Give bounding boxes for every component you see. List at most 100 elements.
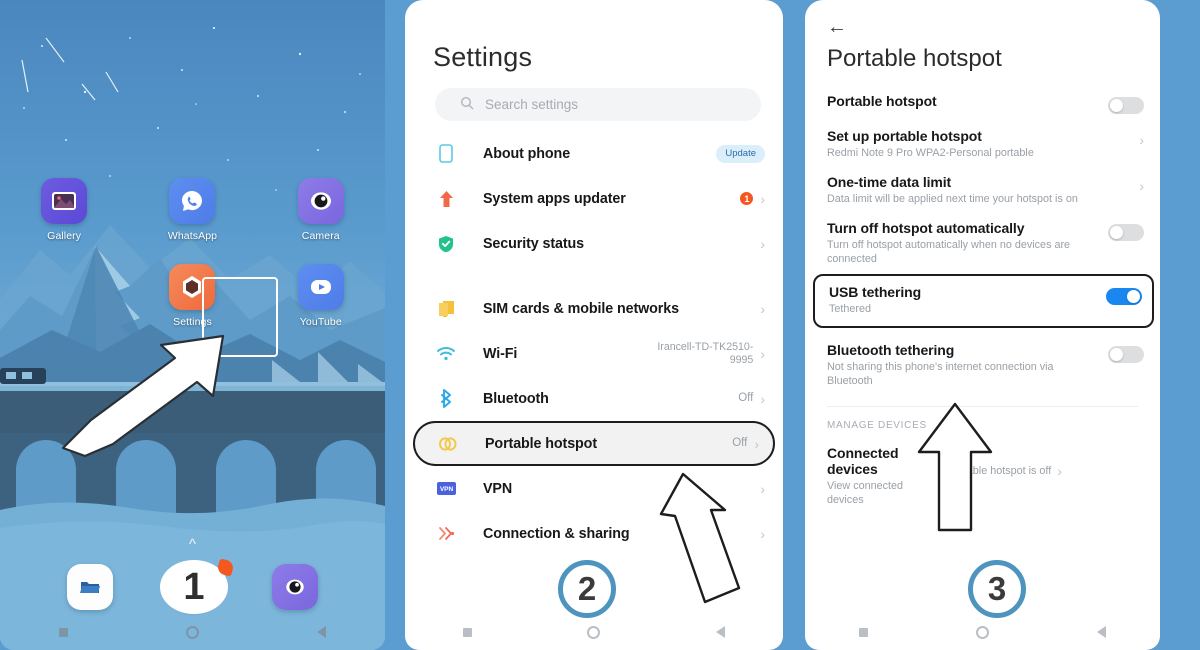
row-title: Portable hotspot	[827, 93, 937, 109]
phone-panel-settings: Settings Search settings About phone Upd…	[405, 0, 783, 650]
hotspot-link-glyph	[439, 436, 457, 451]
camera-icon	[297, 178, 344, 224]
row-value: Off	[738, 391, 754, 404]
youtube-glyph	[310, 280, 331, 294]
whatsapp-glyph	[182, 191, 203, 211]
home-icon[interactable]	[186, 625, 199, 639]
settings-row-portable-hotspot[interactable]: Portable hotspot Off ›	[413, 421, 775, 466]
settings-row-security-status[interactable]: Security status ›	[405, 221, 783, 266]
chevron-right-icon: ›	[760, 300, 765, 317]
chevron-right-icon: ›	[760, 390, 765, 407]
row-control: ›	[1139, 174, 1144, 194]
app-camera[interactable]: Camera	[257, 178, 385, 242]
recents-icon[interactable]	[859, 627, 868, 637]
settings-row-sim-cards[interactable]: SIM cards & mobile networks ›	[405, 286, 783, 331]
row-subtitle: Data limit will be applied next time you…	[827, 193, 1078, 206]
list-group-gap	[405, 266, 783, 286]
recents-icon[interactable]	[462, 627, 472, 637]
row-control	[1106, 284, 1142, 306]
back-icon[interactable]	[317, 626, 326, 638]
youtube-icon	[297, 264, 344, 310]
bluetooth-tethering-toggle[interactable]	[1108, 346, 1144, 364]
phone-outline-icon	[435, 143, 457, 165]
chevron-right-icon: ›	[1139, 178, 1144, 195]
row-label: About phone	[483, 145, 571, 162]
row-control	[1108, 342, 1144, 364]
search-icon	[460, 96, 474, 113]
sim-card-icon	[435, 298, 457, 320]
hotspot-row-set-up[interactable]: Set up portable hotspot Redmi Note 9 Pro…	[805, 114, 1160, 160]
settings-row-wifi[interactable]: Wi-Fi Irancell-TD-TK2510-9995 ›	[405, 331, 783, 376]
row-text: Portable hotspot	[827, 93, 1108, 109]
search-placeholder: Search settings	[485, 97, 579, 112]
home-icon[interactable]	[587, 625, 601, 639]
row-control	[1108, 220, 1144, 242]
row-label: Security status	[483, 235, 585, 252]
row-control	[1108, 93, 1144, 114]
chevron-right-icon: ›	[1057, 463, 1062, 480]
home-icon[interactable]	[976, 625, 989, 639]
hotspot-row-portable-hotspot[interactable]: Portable hotspot	[805, 73, 1160, 114]
sim-card-glyph	[438, 300, 454, 317]
back-arrow-icon[interactable]: ←	[805, 0, 847, 39]
app-label: Camera	[301, 230, 340, 242]
app-whatsapp[interactable]: WhatsApp	[128, 178, 256, 242]
vpn-icon: VPN	[435, 478, 457, 500]
turn-off-hotspot-automatically-toggle[interactable]	[1108, 224, 1144, 242]
system-nav-bar	[405, 618, 783, 646]
app-label: Gallery	[47, 230, 82, 242]
row-text: Turn off hotspot automatically Turn off …	[827, 220, 1108, 266]
back-icon[interactable]	[1097, 626, 1106, 638]
phone-panel-portable-hotspot: ← Portable hotspot Portable hotspot Set …	[805, 0, 1160, 650]
app-gallery[interactable]: Gallery	[0, 178, 128, 242]
app-row-2: Settings YouTube	[0, 264, 385, 328]
app-drawer-chevron-icon[interactable]: ^	[0, 536, 385, 553]
search-settings-bar[interactable]: Search settings	[435, 88, 761, 121]
settings-row-system-apps-updater[interactable]: System apps updater 1 ›	[405, 176, 783, 221]
shield-check-glyph	[439, 235, 453, 252]
portable-hotspot-toggle[interactable]	[1108, 97, 1144, 114]
usb-tethering-toggle[interactable]	[1106, 288, 1142, 306]
gallery-icon	[41, 178, 88, 224]
system-nav-bar	[0, 618, 385, 646]
phone-outline-glyph	[439, 144, 453, 163]
step-marker-3: 3	[968, 560, 1026, 618]
files-icon[interactable]	[66, 564, 113, 610]
row-subtitle: Tethered	[829, 303, 872, 316]
camera-icon[interactable]	[272, 564, 319, 610]
row-title: Set up portable hotspot	[827, 128, 982, 144]
chevron-right-icon: ›	[1139, 132, 1144, 148]
row-right: Update	[716, 144, 765, 163]
app-label: YouTube	[299, 316, 342, 328]
system-nav-bar	[805, 618, 1160, 646]
hotspot-row-usb-tethering[interactable]: USB tethering Tethered	[829, 284, 1142, 316]
hotspot-row-usb-tethering-highlighted[interactable]: USB tethering Tethered	[813, 274, 1154, 329]
update-badge[interactable]: Update	[716, 144, 765, 163]
app-label: WhatsApp	[167, 230, 218, 242]
settings-row-bluetooth[interactable]: Bluetooth Off ›	[405, 376, 783, 421]
up-arrow-icon	[435, 188, 457, 210]
connection-sharing-icon	[435, 523, 457, 545]
recents-icon[interactable]	[59, 627, 68, 637]
row-right: ›	[760, 237, 765, 251]
chevron-right-icon: ›	[760, 345, 765, 362]
row-value: Off	[732, 436, 748, 449]
step-marker-2: 2	[558, 560, 616, 618]
gallery-glyph	[52, 192, 77, 210]
row-title: Bluetooth tethering	[827, 342, 955, 359]
row-right: Off ›	[738, 392, 765, 406]
notification-count-badge: 1	[740, 192, 754, 205]
hotspot-row-bluetooth-tethering[interactable]: Bluetooth tethering Not sharing this pho…	[805, 328, 1160, 388]
row-text: USB tethering Tethered	[829, 284, 1106, 316]
bluetooth-icon	[435, 388, 457, 410]
row-subtitle: Not sharing this phone's internet connec…	[827, 361, 1054, 388]
hotspot-row-turn-off-automatically[interactable]: Turn off hotspot automatically Turn off …	[805, 206, 1160, 266]
wifi-glyph	[437, 347, 455, 361]
hotspot-row-one-time-data-limit[interactable]: One-time data limit Data limit will be a…	[805, 160, 1160, 206]
row-label: Portable hotspot	[485, 435, 597, 452]
settings-row-about-phone[interactable]: About phone Update	[405, 131, 783, 176]
bluetooth-glyph	[441, 389, 451, 408]
back-icon[interactable]	[716, 626, 726, 638]
files-glyph	[79, 582, 100, 593]
row-text: Bluetooth tethering Not sharing this pho…	[827, 342, 1108, 388]
